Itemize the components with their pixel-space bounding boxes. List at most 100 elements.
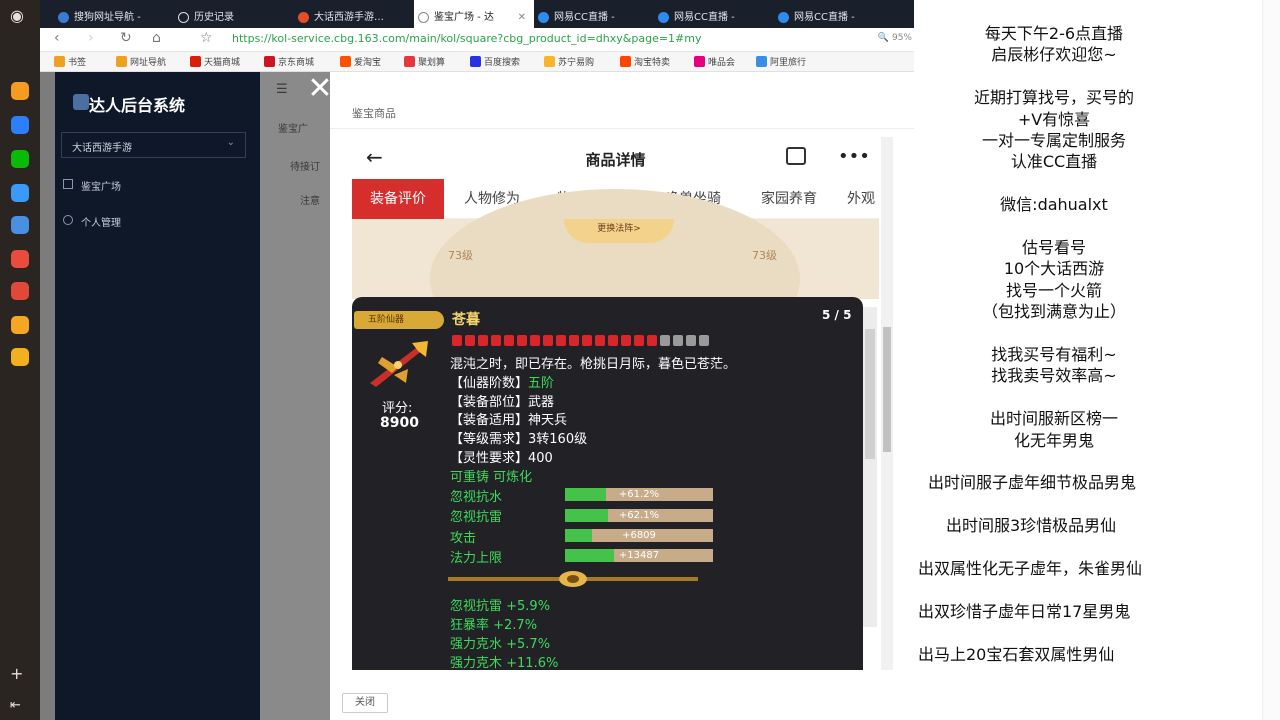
attr-key: 【仙器阶数】: [450, 376, 529, 391]
gem-filled: [530, 335, 540, 346]
dock-app-icon[interactable]: [11, 316, 29, 334]
bookmark-label: 爱淘宝: [354, 58, 382, 68]
extra-attribute: 忽视抗雷 +5.9%: [450, 599, 551, 614]
breadcrumb: 鉴宝广: [278, 124, 308, 135]
bookmark-item[interactable]: 京东商城: [264, 55, 314, 68]
zoom-level[interactable]: 🔍 95%: [878, 33, 912, 43]
modal-title: 鉴宝商品: [352, 107, 396, 120]
modal-close-icon[interactable]: ✕: [300, 72, 340, 112]
dock-app-icon[interactable]: [11, 250, 29, 268]
extra-attribute: 强力克水 +5.7%: [450, 637, 551, 652]
bookmark-icon: [620, 56, 631, 67]
browser-tab[interactable]: 网易CC直播 -: [774, 0, 894, 28]
tab-equipment-rating[interactable]: 装备评价: [352, 179, 444, 219]
bookmark-star-icon[interactable]: ☆: [200, 30, 213, 46]
bookmark-item[interactable]: 天猫商城: [190, 55, 240, 68]
tab-pending-orders[interactable]: 待接订: [290, 158, 320, 173]
item-description: 混沌之时，即已存在。枪挑日月际，暮色已苍茫。: [450, 357, 737, 372]
gem-filled: [595, 335, 605, 346]
tab-home[interactable]: 家园养育: [742, 179, 836, 219]
gem-filled: [543, 335, 553, 346]
modal-scrollbar-thumb[interactable]: [883, 327, 891, 452]
stream-info-line: +V有惊喜: [1017, 109, 1091, 129]
dock-app-icon[interactable]: [11, 116, 29, 134]
dock-app-icon[interactable]: [11, 184, 29, 202]
tab-favicon-icon: [538, 12, 549, 23]
stream-info-line: 出双珍惜子虚年日常17星男鬼: [918, 601, 1131, 621]
tab-close-icon[interactable]: ✕: [518, 0, 526, 28]
stream-info-line: 出时间服子虚年细节极品男鬼: [928, 473, 1137, 493]
change-formation-button[interactable]: 更换法阵>: [564, 219, 674, 243]
app-dock: ◉ + ⇤: [0, 0, 40, 720]
browser-tab[interactable]: 搜狗网址导航 -: [54, 0, 174, 28]
bookmark-item[interactable]: 唯品会: [694, 55, 735, 68]
stream-info-line: 出马上20宝石套双属性男仙: [918, 644, 1115, 664]
gem-filled: [504, 335, 514, 346]
bookmark-icon: [694, 56, 705, 67]
home-icon[interactable]: ⌂: [152, 30, 161, 46]
tab-label: 网易CC直播 -: [794, 12, 855, 23]
ornament-divider: [448, 571, 698, 587]
web-page: 达人后台系统 大话西游手游 ⌄ 鉴宝广场 个人管理 ☰ 鉴宝广 待接订 注意 ✕ …: [40, 72, 914, 720]
modal-scrollbar[interactable]: [881, 137, 893, 670]
sidebar-item-square[interactable]: 鉴宝广场: [63, 178, 121, 193]
browser-tab[interactable]: 大话西游手游…: [294, 0, 414, 28]
bookmark-label: 淘宝特卖: [634, 58, 671, 68]
bookmark-item[interactable]: 网址导航: [116, 55, 166, 68]
bookmark-item[interactable]: 书签: [54, 55, 86, 68]
sidebar-item-personal[interactable]: 个人管理: [63, 214, 121, 229]
stream-info-line: 启辰彬仔欢迎您~: [991, 45, 1117, 65]
forward-icon[interactable]: ›: [88, 30, 94, 46]
gem-filled: [582, 335, 592, 346]
close-button[interactable]: 关闭: [342, 693, 388, 713]
share-icon[interactable]: [786, 147, 806, 165]
square-icon: [63, 179, 73, 189]
browser-tab[interactable]: 历史记录: [174, 0, 294, 28]
browser-tab-active[interactable]: 鉴宝广场 - 达 ✕: [414, 0, 534, 28]
chevron-down-icon: ⌄: [226, 137, 235, 148]
dock-pdf-icon[interactable]: [11, 282, 29, 300]
bookmark-item[interactable]: 爱淘宝: [340, 55, 381, 68]
more-icon[interactable]: •••: [838, 146, 870, 167]
attr-key: 【等级需求】: [450, 432, 529, 447]
attr-key: 【灵性要求】: [450, 451, 529, 466]
bonus-bar: +6809: [565, 529, 713, 542]
gem-filled: [465, 335, 475, 346]
bonus-value: +61.2%: [618, 489, 660, 500]
user-icon: [63, 215, 73, 225]
dock-app-icon[interactable]: [11, 216, 29, 234]
url-input[interactable]: https://kol-service.cbg.163.com/main/kol…: [232, 32, 702, 45]
browser-tab[interactable]: 网易CC直播 -: [654, 0, 774, 28]
attr-key: 【装备部位】: [450, 395, 529, 410]
menu-icon[interactable]: ☰: [276, 82, 288, 97]
dock-app-icon[interactable]: [11, 348, 29, 366]
attr-value: 五阶: [528, 376, 555, 391]
tab-appearance[interactable]: 外观: [836, 179, 879, 219]
gem-filled: [556, 335, 566, 346]
card-scrollbar-thumb[interactable]: [865, 329, 875, 459]
back-icon[interactable]: ‹: [54, 30, 60, 46]
bookmark-item[interactable]: 聚划算: [404, 55, 445, 68]
dock-logo-icon[interactable]: ◉: [10, 6, 24, 25]
browser-tab-bar: 搜狗网址导航 - 历史记录 大话西游手游… 鉴宝广场 - 达 ✕ 网易CC直播 -…: [40, 0, 914, 28]
bookmark-label: 唯品会: [708, 58, 736, 68]
stream-info-line: 微信:dahualxt: [1000, 195, 1108, 215]
bookmark-item[interactable]: 淘宝特卖: [620, 55, 670, 68]
browser-tab[interactable]: 网易CC直播 -: [534, 0, 654, 28]
dock-collapse-icon[interactable]: ⇤: [10, 698, 21, 713]
bonus-bar: +13487: [565, 549, 713, 562]
game-select[interactable]: 大话西游手游 ⌄: [61, 132, 246, 158]
globe-icon: [418, 12, 429, 23]
gem-empty: [673, 335, 683, 346]
bonus-value: +6809: [622, 530, 656, 541]
bookmark-item[interactable]: 百度搜索: [470, 55, 520, 68]
bookmark-item[interactable]: 阿里旅行: [756, 55, 806, 68]
history-icon: [178, 12, 189, 23]
reload-icon[interactable]: ↻: [120, 30, 132, 46]
card-scrollbar[interactable]: [863, 307, 877, 627]
dock-wechat-icon[interactable]: [11, 150, 29, 168]
dock-add-icon[interactable]: +: [10, 664, 23, 683]
stream-info-line: 认准CC直播: [1010, 152, 1098, 172]
dock-app-icon[interactable]: [11, 82, 29, 100]
bookmark-item[interactable]: 苏宁易购: [544, 55, 594, 68]
